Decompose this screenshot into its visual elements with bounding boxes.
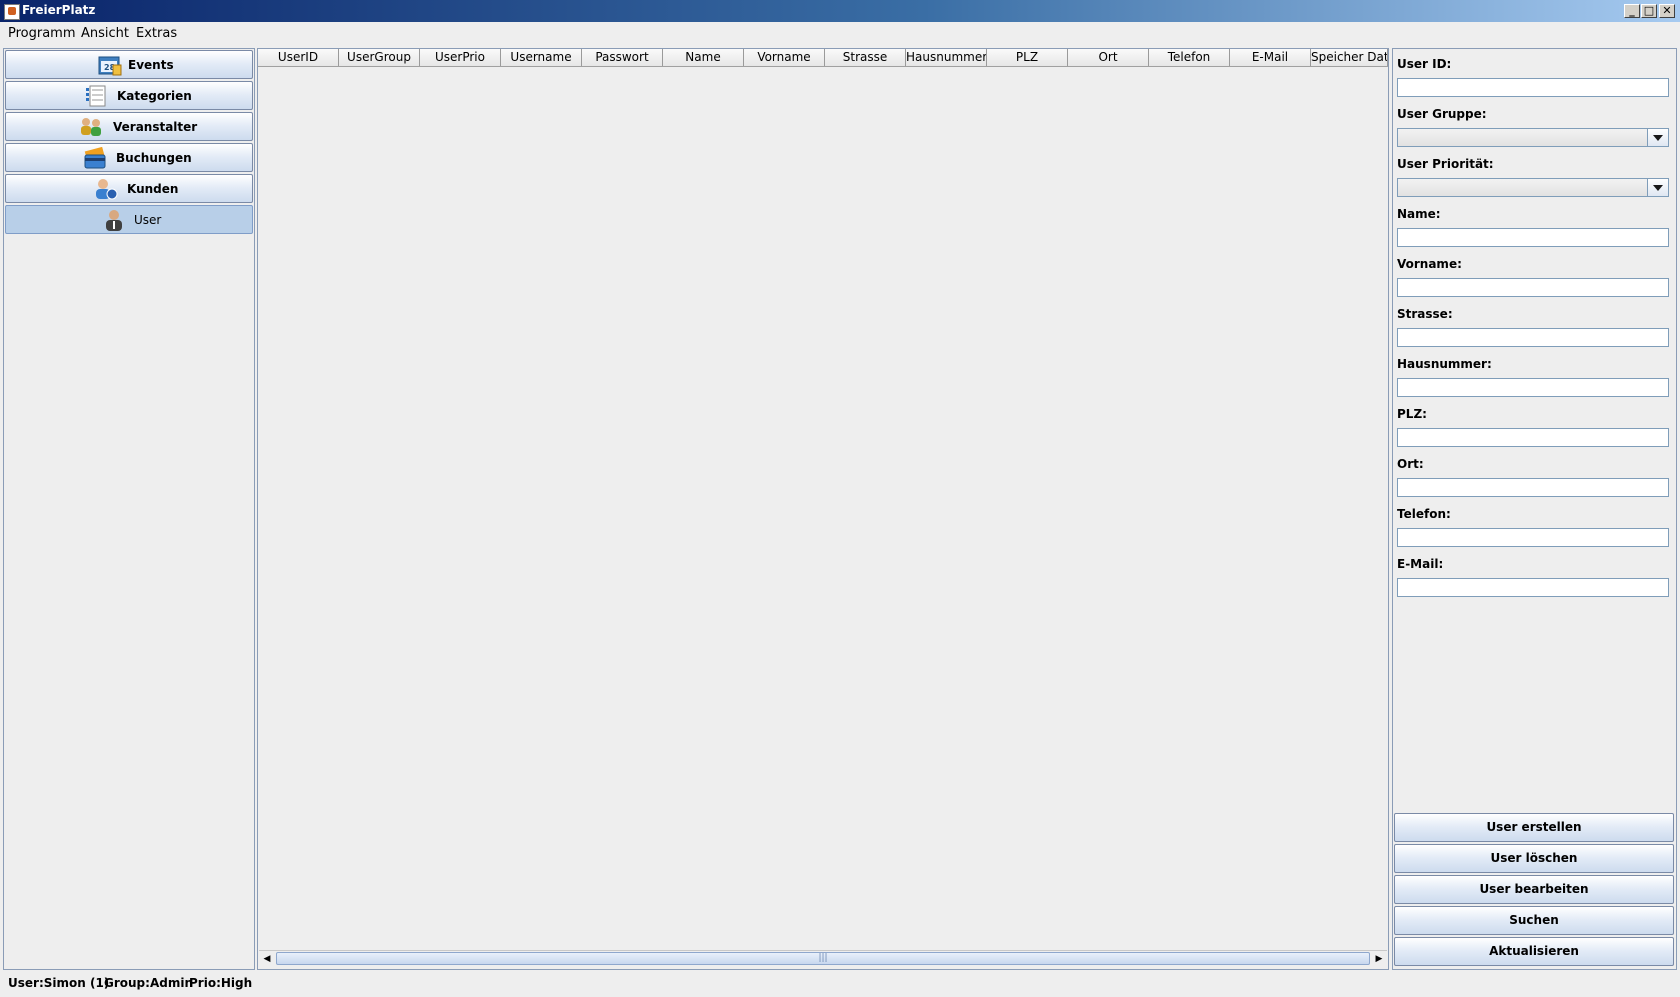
strasse-label: Strasse:: [1397, 307, 1453, 321]
hausnummer-label: Hausnummer:: [1397, 357, 1492, 371]
nav-buchungen-button[interactable]: Buchungen: [5, 143, 253, 172]
scroll-left-arrow-icon[interactable]: ◀: [259, 951, 275, 967]
name-label: Name:: [1397, 207, 1441, 221]
title-bar: FreierPlatz _ □ ✕: [0, 0, 1680, 22]
name-field[interactable]: [1397, 228, 1669, 247]
nav-buchungen-label: Buchungen: [116, 151, 192, 165]
java-app-icon: [4, 4, 20, 20]
maximize-button[interactable]: □: [1641, 4, 1657, 18]
column-header-vorname[interactable]: Vorname: [744, 49, 825, 66]
horizontal-scrollbar[interactable]: ◀ ||| ▶: [259, 950, 1387, 967]
window-title: FreierPlatz: [22, 3, 96, 17]
people-icon: [81, 118, 101, 136]
telefon-field[interactable]: [1397, 528, 1669, 547]
nav-kunden-label: Kunden: [127, 182, 179, 196]
ort-label: Ort:: [1397, 457, 1424, 471]
vorname-field[interactable]: [1397, 278, 1669, 297]
aktualisieren-button[interactable]: Aktualisieren: [1394, 937, 1674, 966]
email-label: E-Mail:: [1397, 557, 1444, 571]
status-user: User:Simon (1): [8, 976, 110, 990]
vorname-label: Vorname:: [1397, 257, 1462, 271]
column-header-plz[interactable]: PLZ: [987, 49, 1068, 66]
userid-label: User ID:: [1397, 57, 1452, 71]
suchen-button[interactable]: Suchen: [1394, 906, 1674, 935]
nav-events-label: Events: [128, 58, 174, 72]
column-header-name[interactable]: Name: [663, 49, 744, 66]
table-header: UserID UserGroup UserPrio Username Passw…: [258, 49, 1388, 67]
plz-label: PLZ:: [1397, 407, 1427, 421]
calendar-icon: 28: [98, 56, 122, 76]
nav-user-button[interactable]: User: [5, 205, 253, 234]
column-header-email[interactable]: E-Mail: [1230, 49, 1311, 66]
nav-veranstalter-label: Veranstalter: [113, 120, 198, 134]
user-loeschen-button[interactable]: User löschen: [1394, 844, 1674, 873]
scrollbar-thumb[interactable]: |||: [276, 952, 1370, 965]
plz-field[interactable]: [1397, 428, 1669, 447]
userprioritaet-select[interactable]: [1397, 178, 1669, 197]
userid-field[interactable]: [1397, 78, 1669, 97]
nav-veranstalter-button[interactable]: Veranstalter: [5, 112, 253, 141]
scroll-right-arrow-icon[interactable]: ▶: [1371, 951, 1387, 967]
close-button[interactable]: ✕: [1659, 4, 1675, 18]
column-header-username[interactable]: Username: [501, 49, 582, 66]
usergruppe-select[interactable]: [1397, 128, 1669, 147]
customer-icon: [96, 179, 118, 200]
column-header-hausnummer[interactable]: Hausnummer: [906, 49, 987, 66]
column-header-telefon[interactable]: Telefon: [1149, 49, 1230, 66]
column-header-strasse[interactable]: Strasse: [825, 49, 906, 66]
user-table[interactable]: UserID UserGroup UserPrio Username Passw…: [257, 48, 1389, 970]
column-header-userid[interactable]: UserID: [258, 49, 339, 66]
user-icon: [106, 210, 122, 231]
status-group: Group:Admin: [104, 976, 193, 990]
chevron-down-icon[interactable]: [1647, 129, 1668, 146]
column-header-speicher-datum[interactable]: Speicher Dat...: [1311, 49, 1388, 66]
email-field[interactable]: [1397, 578, 1669, 597]
user-erstellen-button[interactable]: User erstellen: [1394, 813, 1674, 842]
status-bar: User:Simon (1) Group:Admin Prio:High: [0, 972, 1680, 997]
column-header-passwort[interactable]: Passwort: [582, 49, 663, 66]
list-icon: [86, 85, 106, 107]
minimize-button[interactable]: _: [1624, 4, 1640, 18]
user-form-panel: User ID: User Gruppe: User Priorität: Na…: [1392, 48, 1677, 970]
userprioritaet-label: User Priorität:: [1397, 157, 1494, 171]
nav-kunden-button[interactable]: Kunden: [5, 174, 253, 203]
usergruppe-label: User Gruppe:: [1397, 107, 1487, 121]
column-header-userprio[interactable]: UserPrio: [420, 49, 501, 66]
nav-user-label: User: [134, 213, 162, 227]
user-bearbeiten-button[interactable]: User bearbeiten: [1394, 875, 1674, 904]
menu-bar: Programm Ansicht Extras: [0, 22, 1680, 46]
telefon-label: Telefon:: [1397, 507, 1451, 521]
menu-extras[interactable]: Extras: [136, 26, 177, 41]
menu-ansicht[interactable]: Ansicht: [81, 26, 129, 41]
chevron-down-icon[interactable]: [1647, 179, 1668, 196]
nav-kategorien-label: Kategorien: [117, 89, 192, 103]
column-header-ort[interactable]: Ort: [1068, 49, 1149, 66]
strasse-field[interactable]: [1397, 328, 1669, 347]
card-icon: [84, 147, 106, 169]
navigation-panel: 28 Events Kategorien Veranstalter Buchun…: [3, 48, 255, 970]
ort-field[interactable]: [1397, 478, 1669, 497]
nav-kategorien-button[interactable]: Kategorien: [5, 81, 253, 110]
status-prio: Prio:High: [189, 976, 253, 990]
hausnummer-field[interactable]: [1397, 378, 1669, 397]
nav-events-button[interactable]: 28 Events: [5, 50, 253, 79]
column-header-usergroup[interactable]: UserGroup: [339, 49, 420, 66]
menu-programm[interactable]: Programm: [8, 26, 76, 41]
